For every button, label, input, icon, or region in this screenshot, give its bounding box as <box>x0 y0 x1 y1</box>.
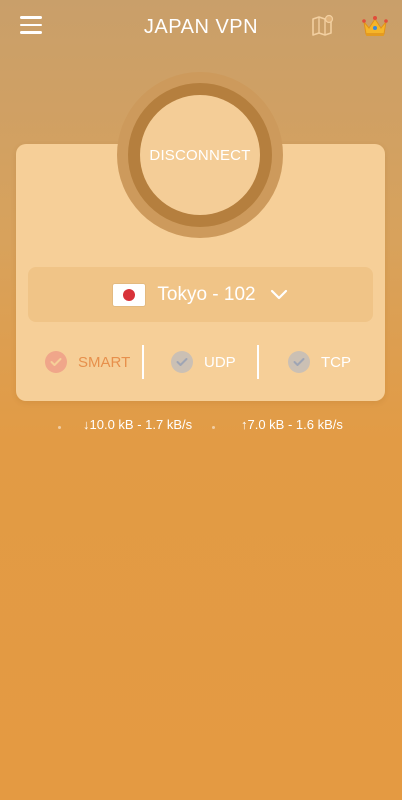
crown-icon <box>362 16 388 36</box>
disconnect-button[interactable]: DISCONNECT <box>140 95 260 215</box>
protocol-smart-option[interactable]: SMART <box>45 344 130 380</box>
divider <box>142 345 144 379</box>
chevron-down-icon <box>270 289 287 299</box>
protocol-label: TCP <box>321 353 351 371</box>
japan-flag-icon <box>113 283 146 306</box>
connection-ring-inner: DISCONNECT <box>128 83 272 227</box>
map-button[interactable] <box>310 14 334 38</box>
protocol-options: SMART UDP TCP <box>16 344 385 380</box>
upload-stat: ↑7.0 kB - 1.6 kB/s <box>241 417 343 432</box>
divider <box>257 345 259 379</box>
protocol-label: UDP <box>204 353 236 371</box>
server-selector[interactable]: Tokyo - 102 <box>28 267 373 322</box>
app-title: JAPAN VPN <box>143 16 259 38</box>
premium-button[interactable] <box>361 14 389 38</box>
protocol-tcp-option[interactable]: TCP <box>288 344 351 380</box>
download-stat: ↓10.0 kB - 1.7 kB/s <box>83 417 193 432</box>
check-icon <box>45 351 67 373</box>
app-header: JAPAN VPN <box>0 0 402 54</box>
map-icon <box>312 14 334 36</box>
decorative-dot <box>58 426 61 429</box>
protocol-label: SMART <box>78 353 131 371</box>
connection-ring: DISCONNECT <box>117 72 283 238</box>
protocol-udp-option[interactable]: UDP <box>171 344 236 380</box>
server-name: Tokyo - 102 <box>157 283 256 305</box>
check-icon <box>171 351 193 373</box>
decorative-dot <box>212 426 215 429</box>
check-icon <box>288 351 310 373</box>
traffic-stats: ↓10.0 kB - 1.7 kB/s ↑7.0 kB - 1.6 kB/s <box>0 417 402 437</box>
